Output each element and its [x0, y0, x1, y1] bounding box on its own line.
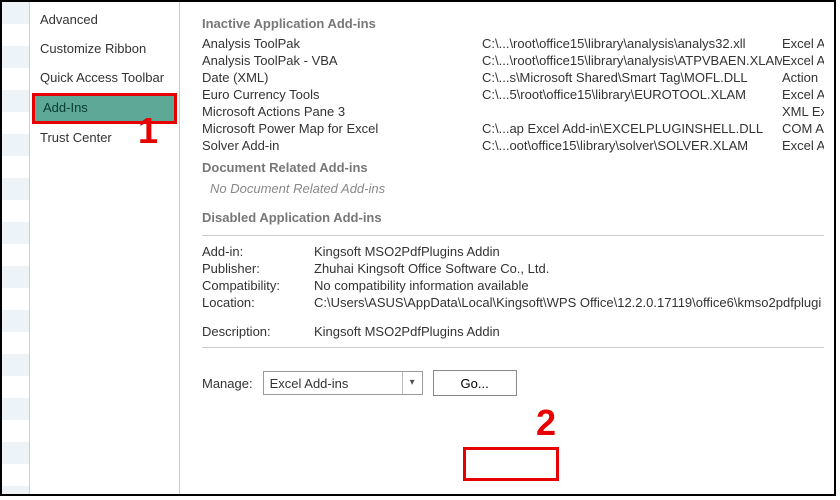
sidebar-item-add-ins[interactable]: Add-Ins [32, 93, 177, 124]
addin-type: XML Exp [782, 103, 824, 120]
divider [202, 347, 824, 348]
detail-label-location: Location: [202, 295, 314, 310]
addin-type: COM Ad [782, 120, 824, 137]
detail-value-location: C:\Users\ASUS\AppData\Local\Kingsoft\WPS… [314, 295, 824, 310]
addin-location: C:\...s\Microsoft Shared\Smart Tag\MOFL.… [482, 69, 782, 86]
addin-type: Excel Add [782, 52, 824, 69]
detail-label-addin: Add-in: [202, 244, 314, 259]
addin-location: C:\...5\root\office15\library\EUROTOOL.X… [482, 86, 782, 103]
addin-name: Euro Currency Tools [202, 86, 482, 103]
addins-panel: Inactive Application Add-ins Analysis To… [180, 2, 834, 494]
manage-bar: Manage: Excel Add-ins ▾ Go... [202, 370, 824, 404]
detail-label-publisher: Publisher: [202, 261, 314, 276]
disabled-addins-heading: Disabled Application Add-ins [202, 210, 824, 225]
inactive-addins-heading: Inactive Application Add-ins [202, 16, 824, 31]
go-button[interactable]: Go... [433, 370, 517, 396]
addin-name: Solver Add-in [202, 137, 482, 154]
table-row[interactable]: Microsoft Power Map for Excel C:\...ap E… [202, 120, 824, 137]
annotation-highlight-go [463, 447, 559, 481]
addin-location: C:\...\root\office15\library\analysis\an… [482, 35, 782, 52]
addin-name: Analysis ToolPak - VBA [202, 52, 482, 69]
chevron-down-icon: ▾ [402, 372, 422, 394]
sidebar-item-trust-center[interactable]: Trust Center [30, 124, 179, 153]
table-row[interactable]: Date (XML) C:\...s\Microsoft Shared\Smar… [202, 69, 824, 86]
options-sidebar: Advanced Customize Ribbon Quick Access T… [30, 2, 180, 494]
manage-select-value: Excel Add-ins [264, 376, 402, 391]
inactive-addins-table: Analysis ToolPak C:\...\root\office15\li… [202, 35, 824, 154]
document-addins-empty: No Document Related Add-ins [210, 181, 824, 196]
table-row[interactable]: Analysis ToolPak C:\...\root\office15\li… [202, 35, 824, 52]
sidebar-item-advanced[interactable]: Advanced [30, 6, 179, 35]
detail-value-publisher: Zhuhai Kingsoft Office Software Co., Ltd… [314, 261, 824, 276]
addin-location: C:\...oot\office15\library\solver\SOLVER… [482, 137, 782, 154]
divider [202, 235, 824, 236]
addin-name: Microsoft Power Map for Excel [202, 120, 482, 137]
detail-value-addin: Kingsoft MSO2PdfPlugins Addin [314, 244, 824, 259]
manage-select[interactable]: Excel Add-ins ▾ [263, 371, 423, 395]
detail-label-compatibility: Compatibility: [202, 278, 314, 293]
addin-type: Action [782, 69, 824, 86]
addin-type: Excel Add [782, 35, 824, 52]
table-row[interactable]: Microsoft Actions Pane 3 XML Exp [202, 103, 824, 120]
detail-value-compatibility: No compatibility information available [314, 278, 824, 293]
addin-name: Date (XML) [202, 69, 482, 86]
table-row[interactable]: Solver Add-in C:\...oot\office15\library… [202, 137, 824, 154]
sidebar-item-customize-ribbon[interactable]: Customize Ribbon [30, 35, 179, 64]
addin-location [482, 103, 782, 120]
table-row[interactable]: Euro Currency Tools C:\...5\root\office1… [202, 86, 824, 103]
detail-label-description: Description: [202, 324, 314, 339]
spreadsheet-background-strip [2, 2, 30, 494]
addin-name: Microsoft Actions Pane 3 [202, 103, 482, 120]
addin-type: Excel Add [782, 86, 824, 103]
addin-location: C:\...ap Excel Add-in\EXCELPLUGINSHELL.D… [482, 120, 782, 137]
table-row[interactable]: Analysis ToolPak - VBA C:\...\root\offic… [202, 52, 824, 69]
manage-label: Manage: [202, 376, 253, 391]
sidebar-item-quick-access-toolbar[interactable]: Quick Access Toolbar [30, 64, 179, 93]
addin-name: Analysis ToolPak [202, 35, 482, 52]
addin-location: C:\...\root\office15\library\analysis\AT… [482, 52, 782, 69]
detail-value-description: Kingsoft MSO2PdfPlugins Addin [314, 324, 824, 339]
addin-type: Excel Add [782, 137, 824, 154]
document-addins-heading: Document Related Add-ins [202, 160, 824, 175]
